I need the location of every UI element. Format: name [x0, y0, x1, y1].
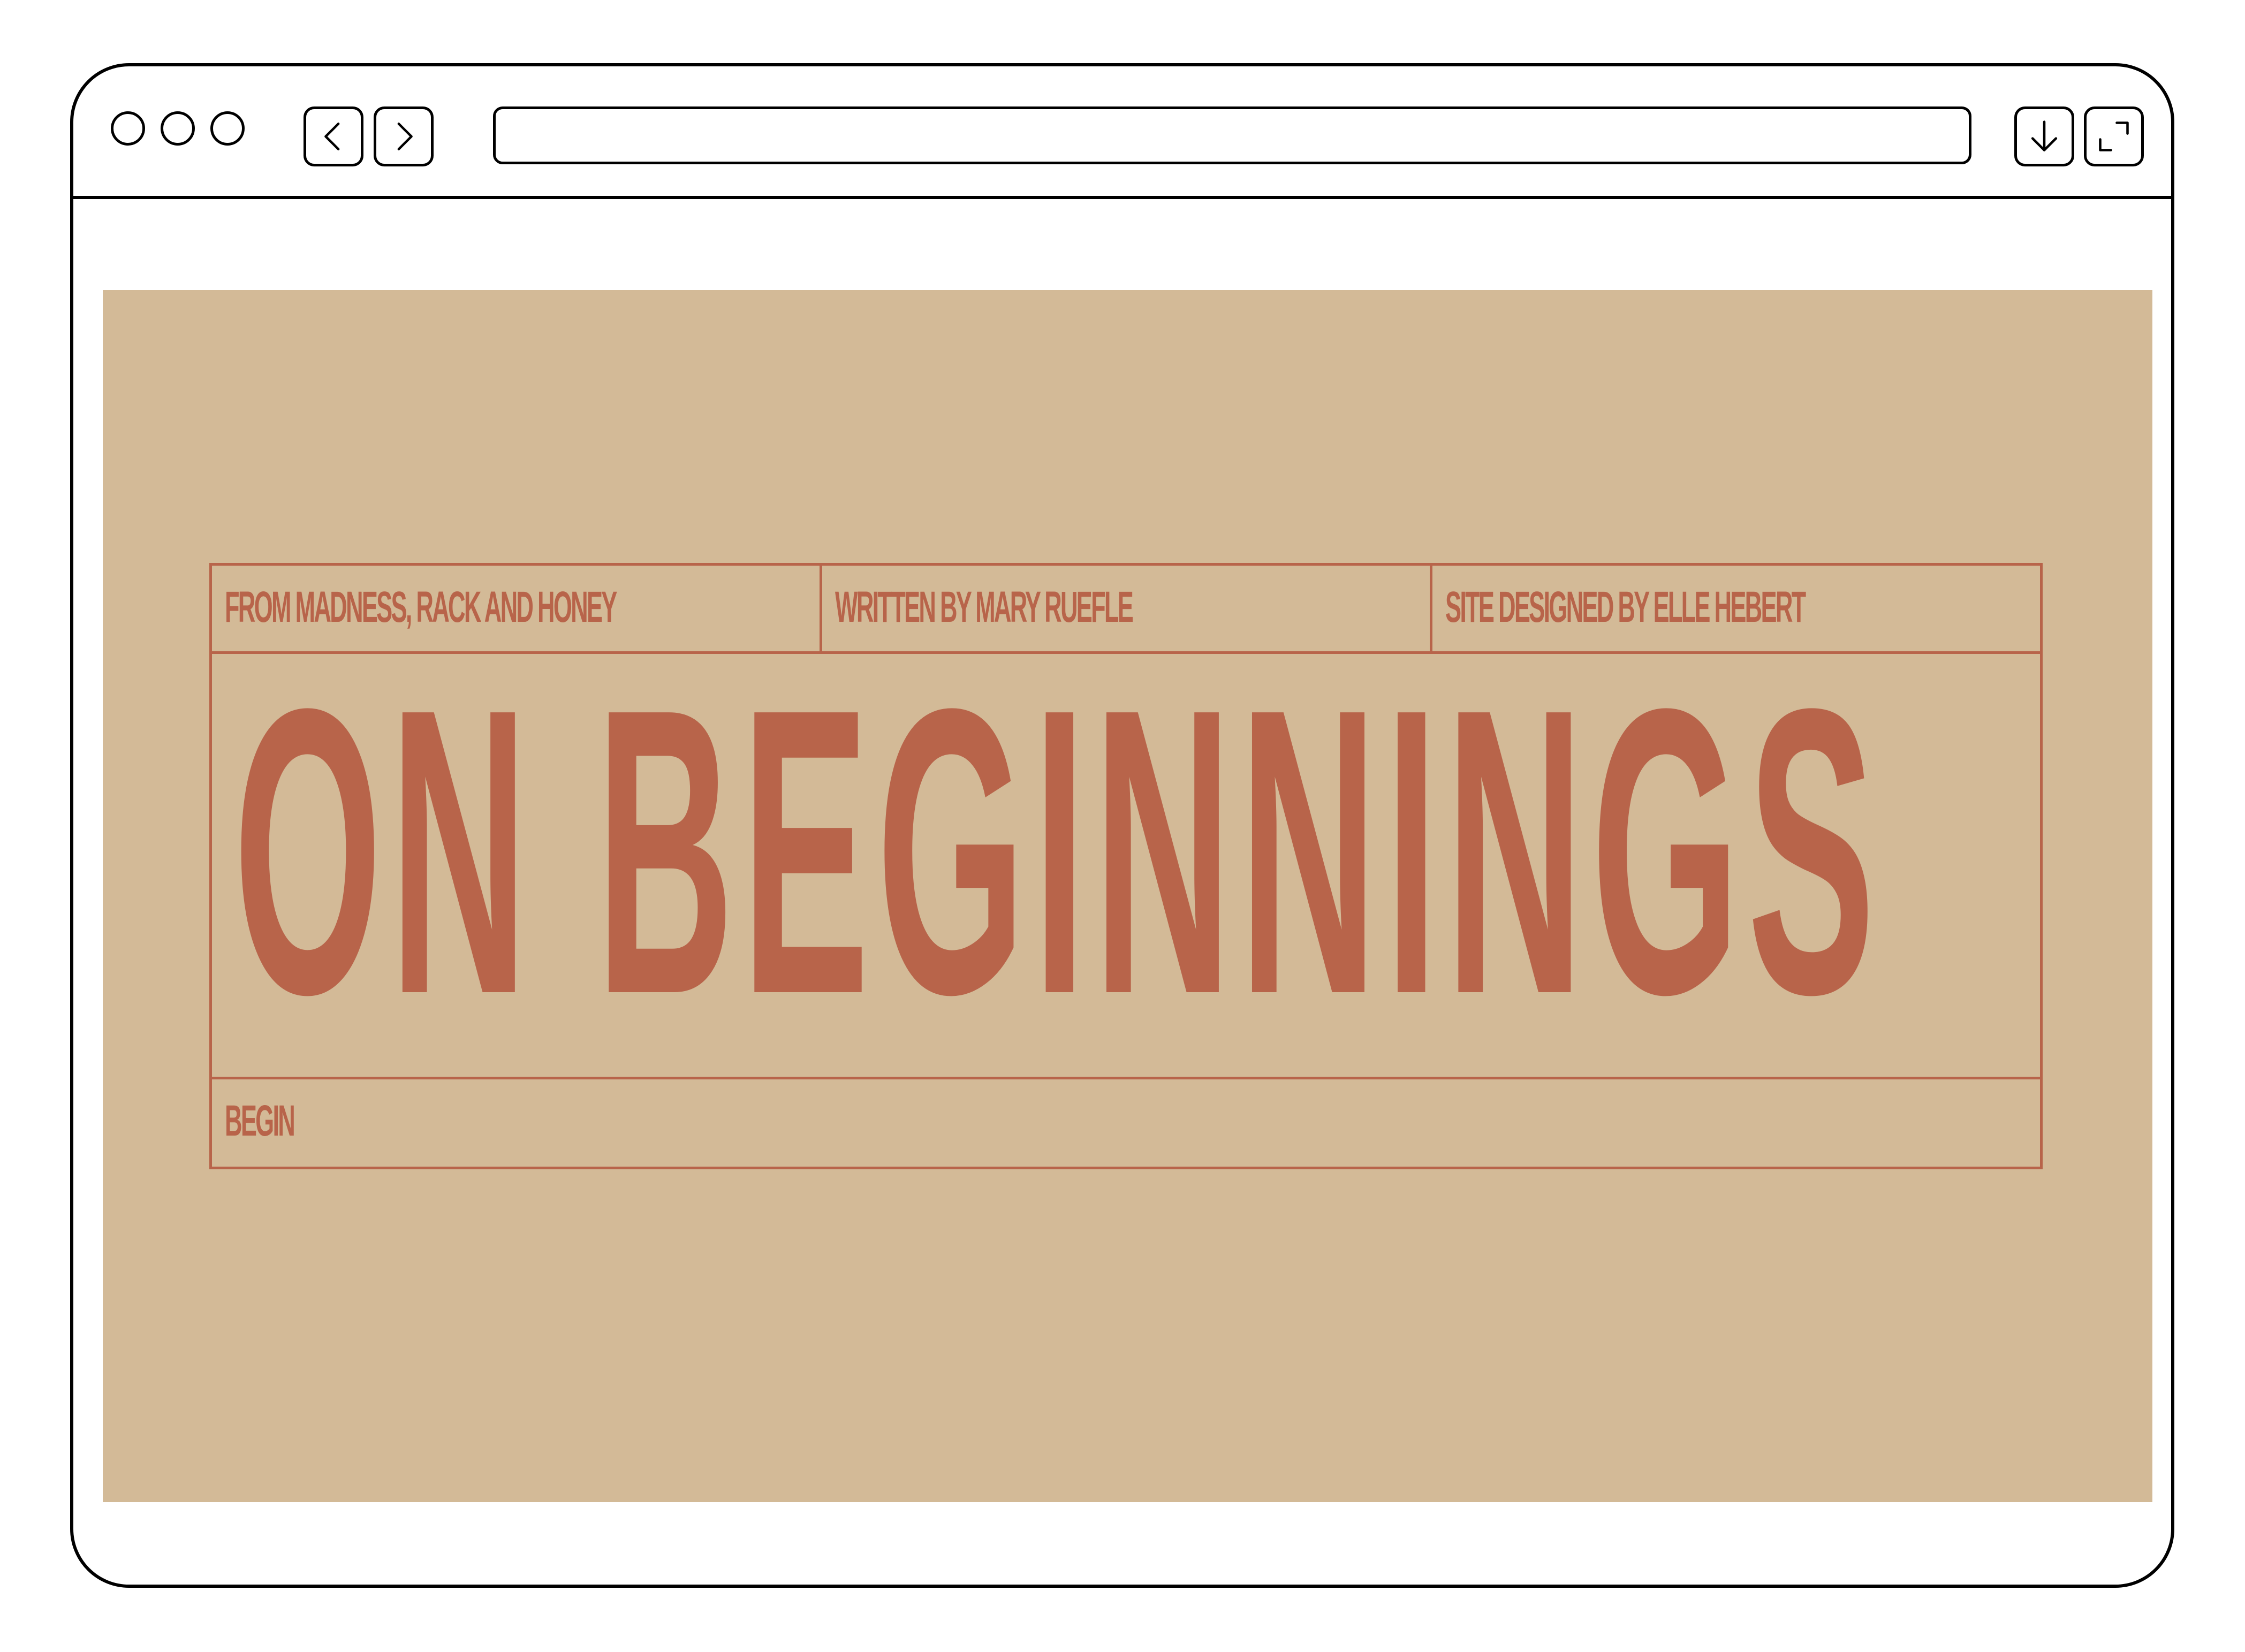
address-bar[interactable]	[493, 106, 1971, 164]
credit-designer-text: SITE DESIGNED BY ELLE HEBERT	[1445, 583, 1806, 631]
begin-link-label: BEGIN	[225, 1097, 295, 1145]
page-title: ON BEGINNINGS	[233, 654, 1883, 1079]
credit-designer: SITE DESIGNED BY ELLE HEBERT	[1430, 566, 2040, 651]
credit-author-text: WRITTEN BY MARY RUEFLE	[835, 583, 1134, 631]
title-frame: FROM MADNESS, RACK AND HONEY WRITTEN BY …	[209, 563, 2043, 1169]
forward-button[interactable]	[374, 106, 434, 166]
credit-source: FROM MADNESS, RACK AND HONEY	[212, 566, 820, 651]
download-button[interactable]	[2014, 106, 2074, 166]
credit-source-text: FROM MADNESS, RACK AND HONEY	[225, 583, 617, 631]
window-maximize-dot-icon[interactable]	[210, 111, 245, 146]
window-close-dot-icon[interactable]	[111, 111, 145, 146]
browser-window: FROM MADNESS, RACK AND HONEY WRITTEN BY …	[70, 63, 2174, 1588]
page-viewport: FROM MADNESS, RACK AND HONEY WRITTEN BY …	[103, 290, 2152, 1502]
expand-icon	[2099, 121, 2129, 151]
back-button[interactable]	[304, 106, 363, 166]
chevron-left-icon	[324, 123, 340, 150]
begin-link[interactable]: BEGIN	[212, 1079, 2040, 1167]
title-area: ON BEGINNINGS	[212, 654, 2040, 1079]
credit-author: WRITTEN BY MARY RUEFLE	[820, 566, 1430, 651]
download-icon	[2031, 120, 2058, 151]
window-minimize-dot-icon[interactable]	[161, 111, 195, 146]
chevron-right-icon	[397, 123, 413, 150]
credits-row: FROM MADNESS, RACK AND HONEY WRITTEN BY …	[212, 566, 2040, 654]
browser-toolbar	[73, 66, 2171, 199]
expand-button[interactable]	[2084, 106, 2144, 166]
